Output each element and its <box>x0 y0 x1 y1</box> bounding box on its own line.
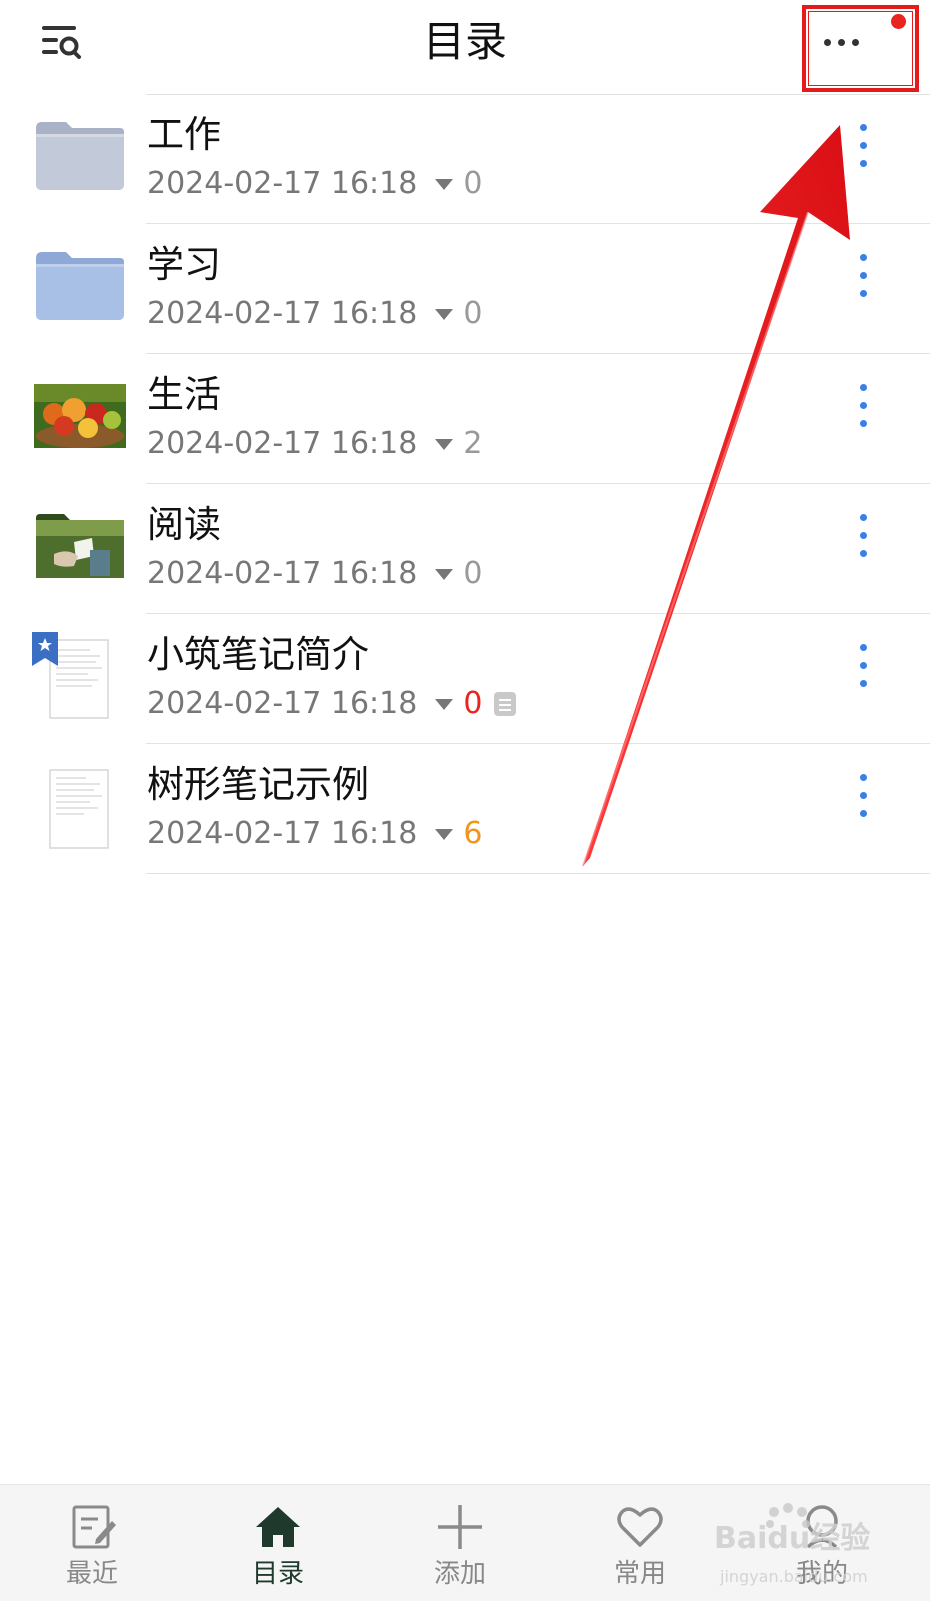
fruit-basket-photo <box>34 380 126 452</box>
highlight-box <box>802 5 919 92</box>
list-item[interactable]: 工作 2024-02-17 16:18 0 <box>0 94 930 224</box>
more-vertical-icon[interactable] <box>852 514 876 560</box>
directory-list: 工作 2024-02-17 16:18 0 学习 2024-02-17 16:1… <box>0 94 930 874</box>
item-title: 阅读 <box>147 503 221 546</box>
list-item[interactable]: 生活 2024-02-17 16:18 2 <box>0 354 930 484</box>
watermark-url: jingyan.baidu.com <box>719 1567 868 1586</box>
plus-icon <box>436 1503 484 1551</box>
caret-down-icon <box>435 568 454 580</box>
note-icon <box>494 692 517 716</box>
item-date: 2024-02-17 16:18 <box>147 816 418 851</box>
item-title: 工作 <box>147 113 221 156</box>
item-date: 2024-02-17 16:18 <box>147 686 418 721</box>
item-count: 0 <box>463 686 483 721</box>
more-vertical-icon[interactable] <box>852 384 876 430</box>
tab-label: 最近 <box>65 1559 118 1589</box>
item-meta: 2024-02-17 16:18 6 <box>147 814 482 854</box>
caret-down-icon <box>435 178 454 190</box>
item-title: 树形笔记示例 <box>147 763 369 806</box>
item-meta: 2024-02-17 16:18 0 <box>147 294 482 334</box>
list-item[interactable]: 阅读 2024-02-17 16:18 0 <box>0 484 930 614</box>
tab-recent[interactable]: 最近 <box>32 1485 152 1601</box>
list-item[interactable]: 学习 2024-02-17 16:18 0 <box>0 224 930 354</box>
more-vertical-icon[interactable] <box>852 644 876 690</box>
home-icon <box>254 1503 302 1551</box>
bookmark-icon <box>32 632 58 666</box>
list-item[interactable]: 小筑笔记简介 2024-02-17 16:18 0 <box>0 614 930 744</box>
page-title: 目录 <box>422 17 507 66</box>
item-date: 2024-02-17 16:18 <box>147 166 418 201</box>
tab-favorites[interactable]: 常用 <box>580 1485 700 1601</box>
more-vertical-icon[interactable] <box>852 124 876 170</box>
item-meta: 2024-02-17 16:18 0 <box>147 684 517 724</box>
tab-directory[interactable]: 目录 <box>218 1485 338 1601</box>
item-count: 2 <box>463 426 483 461</box>
tab-label: 添加 <box>433 1559 486 1589</box>
item-meta: 2024-02-17 16:18 0 <box>147 164 482 204</box>
caret-down-icon <box>435 698 454 710</box>
tab-label: 常用 <box>613 1559 666 1589</box>
document-icon <box>30 632 114 724</box>
top-bar: 目录 <box>0 0 930 94</box>
folder-icon <box>34 120 126 192</box>
item-count: 0 <box>463 556 483 591</box>
item-count: 0 <box>463 166 483 201</box>
item-meta: 2024-02-17 16:18 2 <box>147 424 482 464</box>
caret-down-icon <box>435 308 454 320</box>
item-date: 2024-02-17 16:18 <box>147 556 418 591</box>
tab-add[interactable]: 添加 <box>400 1485 520 1601</box>
list-item[interactable]: 树形笔记示例 2024-02-17 16:18 6 <box>0 744 930 874</box>
item-count: 0 <box>463 296 483 331</box>
heart-icon <box>616 1503 664 1551</box>
item-date: 2024-02-17 16:18 <box>147 296 418 331</box>
folder-icon <box>34 250 126 322</box>
edit-note-icon <box>68 1503 116 1551</box>
document-icon <box>30 762 114 854</box>
item-title: 学习 <box>147 243 221 286</box>
tab-label: 目录 <box>251 1559 304 1589</box>
more-vertical-icon[interactable] <box>852 254 876 300</box>
item-count: 6 <box>463 816 483 851</box>
item-title: 生活 <box>147 373 221 416</box>
more-vertical-icon[interactable] <box>852 774 876 820</box>
baidu-watermark: Baidu经验 jingyan.baidu.com <box>712 1500 882 1600</box>
item-title: 小筑笔记简介 <box>147 633 369 676</box>
watermark-brand: Baidu经验 <box>714 1521 870 1556</box>
item-meta: 2024-02-17 16:18 0 <box>147 554 482 594</box>
reading-photo <box>34 510 126 582</box>
caret-down-icon <box>435 828 454 840</box>
item-date: 2024-02-17 16:18 <box>147 426 418 461</box>
caret-down-icon <box>435 438 454 450</box>
